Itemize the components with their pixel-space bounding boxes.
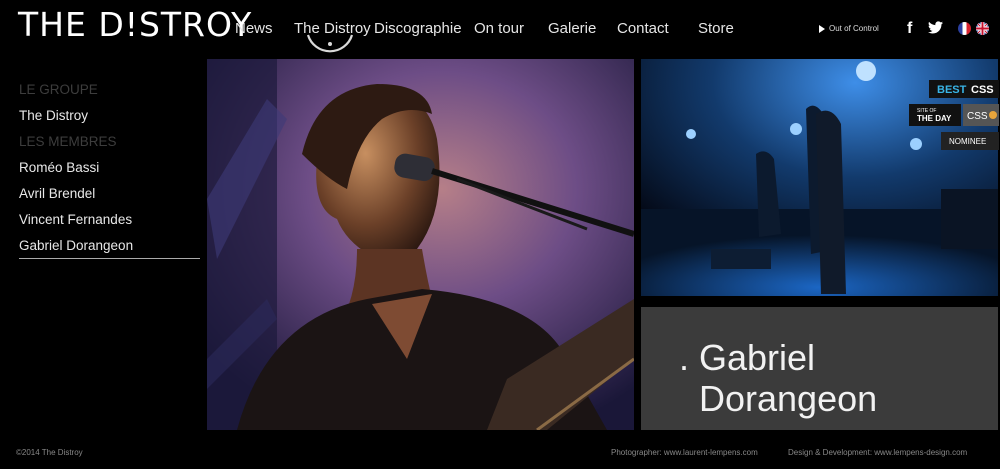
site-logo[interactable]: THE D!STROY	[18, 8, 252, 41]
sidebar-item-vincent-fernandes[interactable]: Vincent Fernandes	[19, 212, 200, 238]
twitter-icon[interactable]	[928, 21, 943, 34]
badge-the-day-text: THE DAY	[917, 114, 952, 123]
singer-photo-illustration	[207, 59, 634, 430]
footer-photographer-link[interactable]: Photographer: www.laurent-lempens.com	[611, 448, 758, 457]
flag-fr-icon[interactable]	[958, 22, 971, 35]
badge-css2-text: CSS	[967, 111, 988, 122]
nav-store[interactable]: Store	[698, 20, 734, 37]
flag-uk-icon[interactable]	[976, 22, 989, 35]
sidebar-heading-members: LES MEMBRES	[19, 134, 117, 149]
nav-on-tour[interactable]: On tour	[474, 20, 524, 37]
sidebar-item-romeo-bassi[interactable]: Roméo Bassi	[19, 160, 200, 186]
member-name-panel: . Gabriel Dorangeon	[641, 307, 998, 430]
nav-contact[interactable]: Contact	[617, 20, 669, 37]
best-css-badge[interactable]: BEST CSS SITE OF THE DAY CSS NOMINEE	[907, 78, 999, 158]
sidebar-heading-group: LE GROUPE	[19, 82, 98, 97]
sidebar-item-avril-brendel[interactable]: Avril Brendel	[19, 186, 200, 212]
footer-design-link[interactable]: Design & Development: www.lempens-design…	[788, 448, 967, 457]
sidebar: LE GROUPE The Distroy LES MEMBRES Roméo …	[19, 82, 200, 259]
member-photo	[207, 59, 634, 430]
nav-galerie[interactable]: Galerie	[548, 20, 596, 37]
badge-nominee-text: NOMINEE	[949, 137, 986, 146]
play-icon[interactable]	[819, 24, 825, 33]
badge-best-text: BEST	[937, 84, 967, 96]
nav-discographie[interactable]: Discographie	[374, 20, 462, 37]
name-prefix-dot: .	[679, 337, 690, 378]
member-first-name: Gabriel	[699, 337, 816, 378]
badge-css-text: CSS	[971, 84, 994, 96]
facebook-icon[interactable]: f	[907, 20, 912, 38]
footer-copyright: ©2014 The Distroy	[16, 448, 83, 457]
sidebar-item-the-distroy[interactable]: The Distroy	[19, 108, 200, 134]
audio-track-title: Out of Control	[829, 24, 879, 33]
member-last-name: Dorangeon	[699, 378, 878, 419]
sidebar-item-gabriel-dorangeon[interactable]: Gabriel Dorangeon	[19, 238, 200, 259]
nav-news[interactable]: News	[235, 20, 273, 37]
audio-player[interactable]: Out of Control	[819, 24, 879, 33]
